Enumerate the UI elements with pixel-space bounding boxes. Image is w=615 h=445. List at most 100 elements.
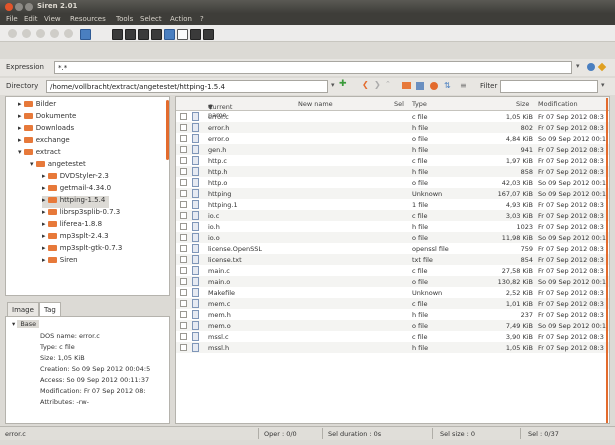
select-unchanged-icon[interactable]: [203, 29, 214, 40]
column-modification[interactable]: Modification: [538, 100, 578, 108]
menu-help[interactable]: ?: [200, 15, 204, 23]
properties-group[interactable]: ▾ Base: [12, 320, 40, 328]
row-checkbox[interactable]: [180, 278, 187, 285]
expression-input[interactable]: *.*: [54, 61, 572, 74]
sort-icon[interactable]: ⇅: [444, 81, 451, 90]
table-row[interactable]: gen.h h file 941 Fr 07 Sep 2012 08:3: [176, 144, 609, 155]
list-view-icon[interactable]: ≡: [460, 81, 467, 90]
tree-item-downloads[interactable]: ▸ Downloads: [18, 124, 74, 136]
table-row[interactable]: httping.1 1 file 4,93 KiB Fr 07 Sep 2012 08…: [176, 199, 609, 210]
row-checkbox[interactable]: [180, 113, 187, 120]
menu-select[interactable]: Select: [140, 15, 162, 23]
redo-icon[interactable]: [50, 29, 59, 38]
tree-item-httping[interactable]: ▸ httping-1.5.4: [42, 196, 110, 208]
list-scrollbar[interactable]: [606, 98, 608, 423]
tree-item-siren[interactable]: ▸ Siren: [42, 256, 78, 268]
row-checkbox[interactable]: [180, 311, 187, 318]
expander-icon[interactable]: ▸: [42, 184, 46, 192]
table-row[interactable]: mem.o o file 7,49 KiB So 09 Sep 2012 00:1: [176, 320, 609, 331]
row-checkbox[interactable]: [180, 223, 187, 230]
undo-icon[interactable]: [36, 29, 45, 38]
select-dirs-icon[interactable]: [164, 29, 175, 40]
menu-action[interactable]: Action: [170, 15, 192, 23]
expander-icon[interactable]: ▸: [42, 220, 46, 228]
folder-icon[interactable]: [402, 82, 411, 89]
select-files-icon[interactable]: [151, 29, 162, 40]
row-checkbox[interactable]: [180, 190, 187, 197]
select-changed-icon[interactable]: [190, 29, 201, 40]
table-row[interactable]: mssl.h h file 1,05 KiB Fr 07 Sep 2012 08:3: [176, 342, 609, 353]
table-row[interactable]: error.c c file 1,05 KiB Fr 07 Sep 2012 08:3: [176, 111, 609, 122]
table-row[interactable]: mssl.c c file 3,90 KiB Fr 07 Sep 2012 08:3: [176, 331, 609, 342]
row-checkbox[interactable]: [180, 234, 187, 241]
edit-expression-icon[interactable]: [597, 62, 607, 72]
home-icon[interactable]: [416, 82, 424, 90]
row-checkbox[interactable]: [180, 245, 187, 252]
table-row[interactable]: http.c c file 1,97 KiB Fr 07 Sep 2012 08:3: [176, 155, 609, 166]
expander-icon[interactable]: ▸: [42, 232, 46, 240]
row-checkbox[interactable]: [180, 135, 187, 142]
expander-icon[interactable]: ▾: [18, 148, 22, 156]
tree-item-liferea[interactable]: ▸ liferea-1.8.8: [42, 220, 102, 232]
save-icon[interactable]: [80, 29, 91, 40]
tree-item-angetestet[interactable]: ▾ angetestet: [30, 160, 86, 172]
table-row[interactable]: Makefile Unknown 2,52 KiB Fr 07 Sep 2012 08…: [176, 287, 609, 298]
tree-item-dokumente[interactable]: ▸ Dokumente: [18, 112, 76, 124]
tree-item-mp3splt[interactable]: ▸ mp3splt-2.4.3: [42, 232, 109, 244]
column-new-name[interactable]: New name: [298, 100, 333, 108]
table-row[interactable]: error.h h file 802 Fr 07 Sep 2012 08:3: [176, 122, 609, 133]
row-checkbox[interactable]: [180, 146, 187, 153]
row-checkbox[interactable]: [180, 300, 187, 307]
maximize-window-button[interactable]: [25, 3, 33, 11]
apply-expression-icon[interactable]: [587, 63, 595, 71]
refresh-icon[interactable]: [430, 82, 438, 90]
expander-icon[interactable]: ▸: [18, 136, 22, 144]
expander-icon[interactable]: ▸: [42, 208, 46, 216]
expander-icon[interactable]: ▸: [18, 124, 22, 132]
back-arrow-icon[interactable]: ❮: [362, 80, 369, 89]
expander-icon[interactable]: ▾: [12, 320, 15, 328]
expander-icon[interactable]: ▸: [42, 244, 46, 252]
add-directory-icon[interactable]: ✚: [339, 79, 347, 89]
directory-input[interactable]: /home/vollbracht/extract/angetestet/http…: [46, 80, 328, 93]
filter-input[interactable]: [500, 80, 598, 93]
row-checkbox[interactable]: [180, 333, 187, 340]
close-window-button[interactable]: [5, 3, 13, 11]
table-row[interactable]: io.o o file 11,98 KiB So 09 Sep 2012 00:1: [176, 232, 609, 243]
expander-icon[interactable]: ▸: [42, 256, 46, 264]
dropdown-arrow-icon[interactable]: ▾: [331, 81, 335, 89]
tree-item-bilder[interactable]: ▸ Bilder: [18, 100, 56, 112]
tree-item-extract[interactable]: ▾ extract: [18, 148, 61, 160]
menu-view[interactable]: View: [44, 15, 61, 23]
tree-item-dvdstyler[interactable]: ▸ DVDStyler-2.3: [42, 172, 109, 184]
table-row[interactable]: main.o o file 130,82 KiB So 09 Sep 2012 00:…: [176, 276, 609, 287]
forward-arrow-icon[interactable]: ❯: [374, 80, 381, 89]
tree-item-mp3splt-gtk[interactable]: ▸ mp3splt-gtk-0.7.3: [42, 244, 122, 256]
row-checkbox[interactable]: [180, 201, 187, 208]
table-row[interactable]: http.o o file 42,03 KiB So 09 Sep 2012 00:1: [176, 177, 609, 188]
tree-item-exchange[interactable]: ▸ exchange: [18, 136, 70, 148]
row-checkbox[interactable]: [180, 157, 187, 164]
expander-icon[interactable]: ▸: [18, 100, 22, 108]
menu-edit[interactable]: Edit: [24, 15, 38, 23]
select-all-icon[interactable]: [112, 29, 123, 40]
expander-icon[interactable]: ▸: [42, 172, 46, 180]
table-row[interactable]: httping Unknown 167,07 KiB So 09 Sep 2012 0…: [176, 188, 609, 199]
row-checkbox[interactable]: [180, 289, 187, 296]
row-checkbox[interactable]: [180, 179, 187, 186]
tree-item-getmail[interactable]: ▸ getmail-4.34.0: [42, 184, 111, 196]
file-list[interactable]: Current name ▼ New name Sel Type Size Mo…: [175, 96, 610, 424]
menu-file[interactable]: File: [6, 15, 18, 23]
row-checkbox[interactable]: [180, 256, 187, 263]
table-row[interactable]: io.h h file 1023 Fr 07 Sep 2012 08:3: [176, 221, 609, 232]
tree-scrollbar[interactable]: [166, 100, 169, 160]
dropdown-arrow-icon[interactable]: ▾: [601, 81, 605, 89]
menu-tools[interactable]: Tools: [116, 15, 133, 23]
table-row[interactable]: mem.c c file 1,01 KiB Fr 07 Sep 2012 08:3: [176, 298, 609, 309]
row-checkbox[interactable]: [180, 267, 187, 274]
table-row[interactable]: license.OpenSSL openssl file 759 Fr 07 Sep …: [176, 243, 609, 254]
row-checkbox[interactable]: [180, 322, 187, 329]
invert-selection-icon[interactable]: [138, 29, 149, 40]
row-checkbox[interactable]: [180, 344, 187, 351]
table-row[interactable]: mem.h h file 237 Fr 07 Sep 2012 08:3: [176, 309, 609, 320]
